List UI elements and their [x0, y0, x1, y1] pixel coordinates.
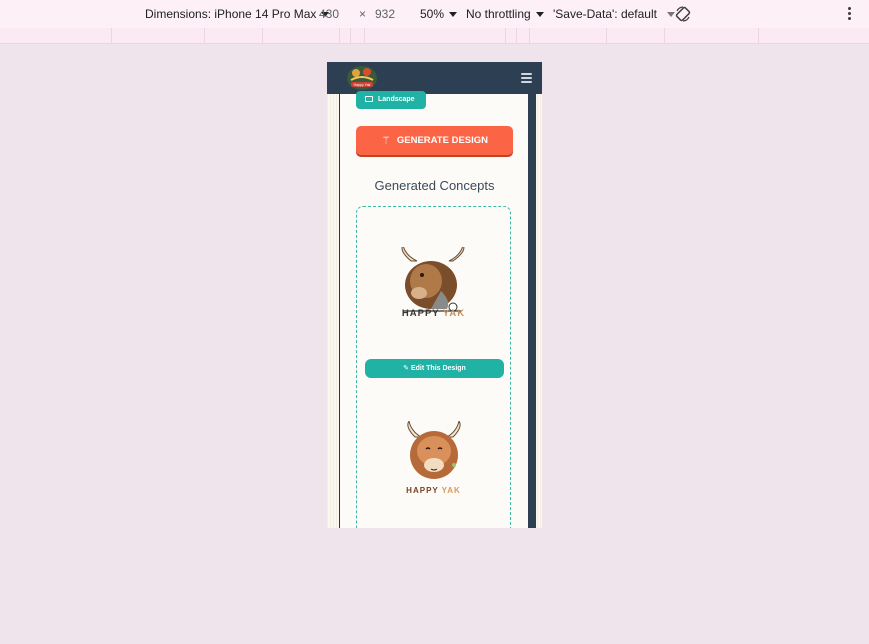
app-header: Happy Yak	[327, 62, 542, 94]
generate-design-button[interactable]: ⚚ GENERATE DESIGN	[356, 126, 513, 155]
more-vert-icon[interactable]	[845, 7, 853, 21]
zoom-select[interactable]: 50%	[420, 7, 458, 21]
device-select[interactable]: Dimensions: iPhone 14 Pro Max	[145, 7, 330, 21]
chip-label: Landscape	[378, 96, 415, 103]
save-data-select[interactable]: 'Save-Data': default	[553, 7, 675, 21]
brand-word-a: HAPPY	[406, 486, 442, 495]
width-input[interactable]: 430	[319, 7, 339, 21]
panel-scrollbar[interactable]	[528, 94, 536, 528]
concept-brand-1: HAPPY YAK	[357, 308, 510, 319]
section-title: Generated Concepts	[374, 178, 495, 193]
throttling-label: No throttling	[466, 7, 531, 21]
chevron-down-icon	[449, 12, 458, 18]
edit-label: Edit This Design	[410, 365, 466, 372]
concepts-container: HAPPY YAK ✎ Edit This Design HAPPY YAK	[356, 206, 511, 528]
pencil-icon: ✎	[403, 365, 411, 372]
magic-wand-icon: ⚚	[380, 135, 391, 147]
brand-word-b: YAK	[442, 308, 466, 319]
chevron-down-icon	[535, 12, 544, 18]
save-data-label: 'Save-Data': default	[553, 7, 657, 21]
concept-brand-2: HAPPY YAK	[357, 486, 510, 495]
brand-word-b: YAK	[441, 486, 461, 495]
devtools-device-toolbar: Dimensions: iPhone 14 Pro Max 430 × 932 …	[0, 0, 869, 28]
rotate-icon[interactable]	[674, 5, 692, 23]
device-viewport: Happy Yak Landscape ⚚ GENERATE DESIGN Gen…	[327, 62, 542, 528]
logo-text: Happy Yak	[354, 83, 371, 87]
brand-logo[interactable]: Happy Yak	[345, 64, 379, 92]
hamburger-icon[interactable]	[521, 73, 532, 83]
brand-word-a: HAPPY	[401, 308, 443, 319]
throttling-select[interactable]: No throttling	[466, 7, 544, 21]
dimension-times: ×	[359, 7, 367, 21]
landscape-chip[interactable]: Landscape	[356, 91, 426, 109]
edit-design-button[interactable]: ✎ Edit This Design	[365, 359, 504, 378]
generate-label: GENERATE DESIGN	[396, 135, 488, 146]
zoom-label: 50%	[420, 7, 445, 21]
device-label: Dimensions: iPhone 14 Pro Max	[145, 7, 317, 21]
media-query-bar	[0, 28, 869, 44]
height-input[interactable]: 932	[375, 7, 395, 21]
landscape-icon	[365, 96, 373, 102]
